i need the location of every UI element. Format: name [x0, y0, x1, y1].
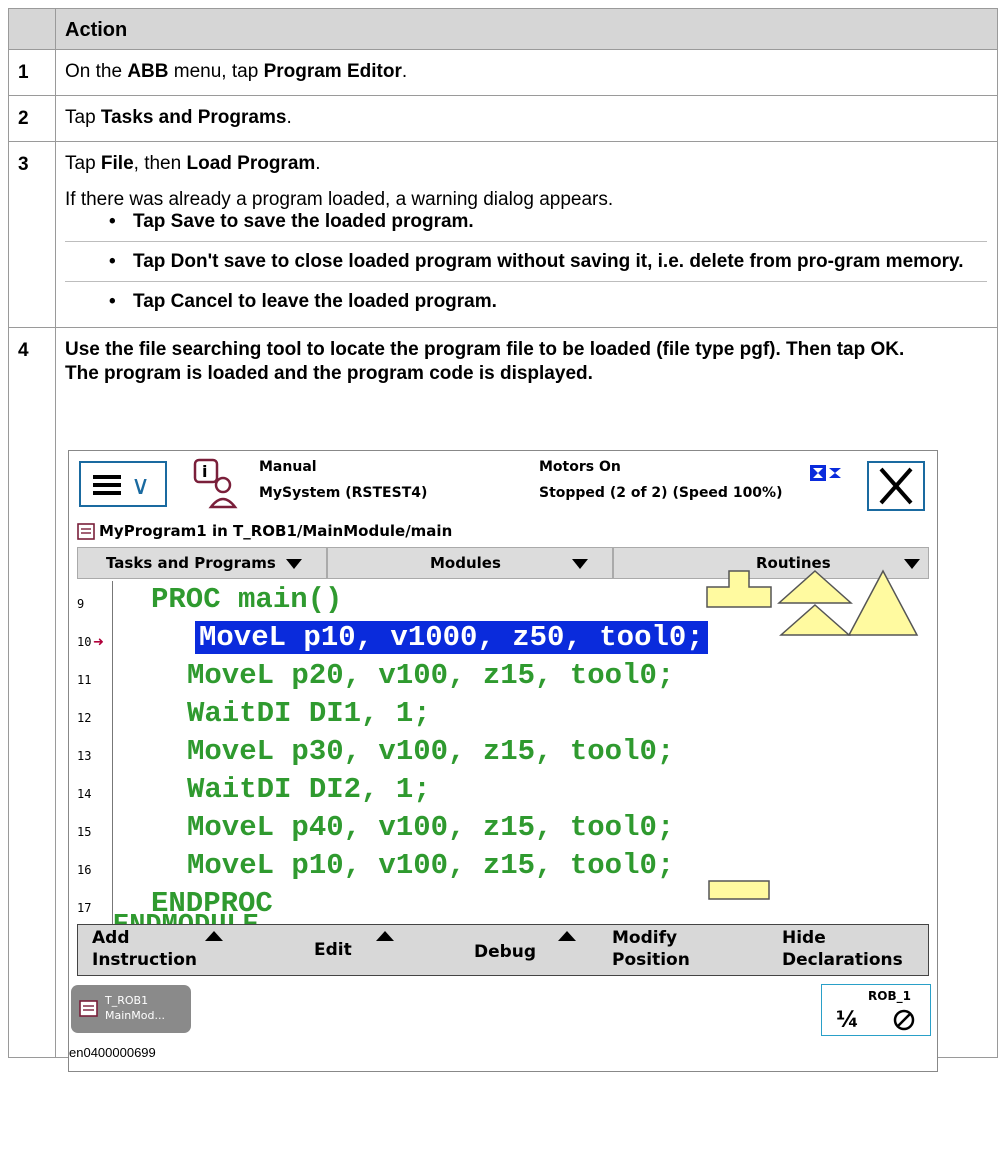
code-line[interactable]: 12 WaitDI DI1, 1; — [69, 695, 929, 733]
code-text: PROC main() — [151, 583, 343, 616]
step-number: 4 — [8, 327, 56, 1058]
taskbar: T_ROB1 MainMod... ROB_1 ¼ — [69, 979, 937, 1039]
command-bar: Add Instruction Edit Debug Modify Position… — [77, 924, 929, 976]
modify-position-button[interactable]: Modify Position — [612, 927, 690, 971]
chevron-down-icon: ∨ — [131, 471, 151, 501]
program-pointer-icon: ➜ — [93, 635, 104, 650]
option-list: • Tap Save to save the loaded program. • T… — [65, 211, 987, 315]
program-path: MyProgram1 in T_ROB1/MainModule/main — [99, 522, 453, 540]
debug-button[interactable]: Debug — [474, 941, 536, 963]
status-header: ∨ i Manual MySystem (RSTEST4) Motors On … — [69, 451, 937, 519]
option-item: • Tap Save to save the loaded program. — [109, 211, 474, 232]
program-path-bar: MyProgram1 in T_ROB1/MainModule/main — [69, 519, 937, 545]
step-text: On the ABB menu, tap Program Editor. — [55, 49, 998, 96]
motors-state: Motors On — [539, 459, 621, 475]
edit-button[interactable]: Edit — [314, 939, 352, 961]
option-item: • Tap Cancel to leave the loaded program. — [65, 281, 987, 315]
code-line[interactable]: 11 MoveL p20, v100, z15, tool0; — [69, 657, 929, 695]
program-icon — [77, 523, 95, 540]
menu-up-arrow-icon — [205, 931, 223, 941]
event-log-icon[interactable]: i — [191, 457, 241, 513]
scroll-top-icon[interactable] — [705, 569, 775, 609]
operating-mode: Manual — [259, 459, 317, 475]
svg-text:i: i — [202, 462, 207, 481]
program-state: Stopped (2 of 2) (Speed 100%) — [539, 485, 783, 501]
abb-menu-button[interactable]: ∨ — [79, 461, 167, 507]
menu-up-arrow-icon — [376, 931, 394, 941]
dropdown-arrow-icon — [904, 559, 920, 569]
dropdown-arrow-icon — [572, 559, 588, 569]
step-text: Tap Tasks and Programs. — [55, 95, 998, 142]
code-text: WaitDI DI2, 1; — [187, 773, 431, 806]
step-row: 3 Tap File, then Load Program. If there … — [8, 141, 998, 328]
code-text: MoveL p10, v100, z15, tool0; — [187, 849, 675, 882]
code-text: MoveL p10, v1000, z50, tool0; — [195, 621, 708, 654]
page-up-icon[interactable] — [777, 569, 853, 639]
step-number: 3 — [8, 141, 56, 328]
code-text: MoveL p20, v100, z15, tool0; — [187, 659, 675, 692]
close-icon — [879, 467, 913, 505]
svg-text:¼: ¼ — [836, 1008, 859, 1033]
hide-declarations-button[interactable]: Hide Declarations — [782, 927, 903, 971]
hamburger-icon — [93, 475, 121, 495]
code-editor[interactable]: 9 PROC main() 10 ➜ MoveL p10, v1000, z50,… — [69, 569, 937, 941]
code-text: WaitDI DI1, 1; — [187, 697, 431, 730]
code-line[interactable]: 13 MoveL p30, v100, z15, tool0; — [69, 733, 929, 771]
step4-instruction: Use the file searching tool to locate th… — [65, 339, 905, 360]
dropdown-arrow-icon — [286, 559, 302, 569]
code-text: MoveL p30, v100, z15, tool0; — [187, 735, 675, 768]
menu-up-arrow-icon — [558, 931, 576, 941]
tab-tasks-and-programs[interactable]: Tasks and Programs — [77, 547, 327, 579]
step-number: 1 — [8, 49, 56, 96]
scroll-bottom-icon[interactable] — [707, 878, 771, 902]
step-text: Tap File, then Load Program. If there wa… — [55, 141, 998, 328]
quickset-robot-button[interactable]: ROB_1 ¼ — [821, 984, 931, 1036]
code-text: MoveL p40, v100, z15, tool0; — [187, 811, 675, 844]
task-program-button[interactable]: T_ROB1 MainMod... — [71, 985, 191, 1033]
jog-settings-icon: ¼ — [836, 1008, 915, 1033]
step-row: 2 Tap Tasks and Programs. — [8, 95, 998, 142]
close-button[interactable] — [867, 461, 925, 511]
flexpendant-screen: ∨ i Manual MySystem (RSTEST4) Motors On … — [68, 450, 938, 1072]
figure-id: en0400000699 — [69, 1045, 156, 1060]
add-instruction-button[interactable]: Add Instruction — [92, 927, 197, 971]
action-column-header: Action — [55, 8, 998, 50]
option-item: • Tap Don't save to close loaded program … — [65, 241, 987, 275]
num-column-header — [8, 8, 56, 50]
robot-name: ROB_1 — [868, 989, 911, 1003]
system-name: MySystem (RSTEST4) — [259, 485, 428, 501]
code-line[interactable]: 15 MoveL p40, v100, z15, tool0; — [69, 809, 929, 847]
code-line[interactable]: 16 MoveL p10, v100, z15, tool0; — [69, 847, 929, 885]
step-row: 1 On the ABB menu, tap Program Editor. — [8, 49, 998, 96]
step4-result: The program is loaded and the program co… — [65, 363, 593, 384]
run-mode-icon — [810, 465, 841, 481]
scroll-up-icon[interactable] — [847, 569, 919, 639]
code-line[interactable]: 14 WaitDI DI2, 1; — [69, 771, 929, 809]
tab-modules[interactable]: Modules — [327, 547, 613, 579]
step-number: 2 — [8, 95, 56, 142]
program-icon — [79, 1000, 98, 1017]
step-lead: Tap File, then Load Program. — [65, 153, 321, 174]
warning-note: If there was already a program loaded, a… — [65, 189, 614, 210]
